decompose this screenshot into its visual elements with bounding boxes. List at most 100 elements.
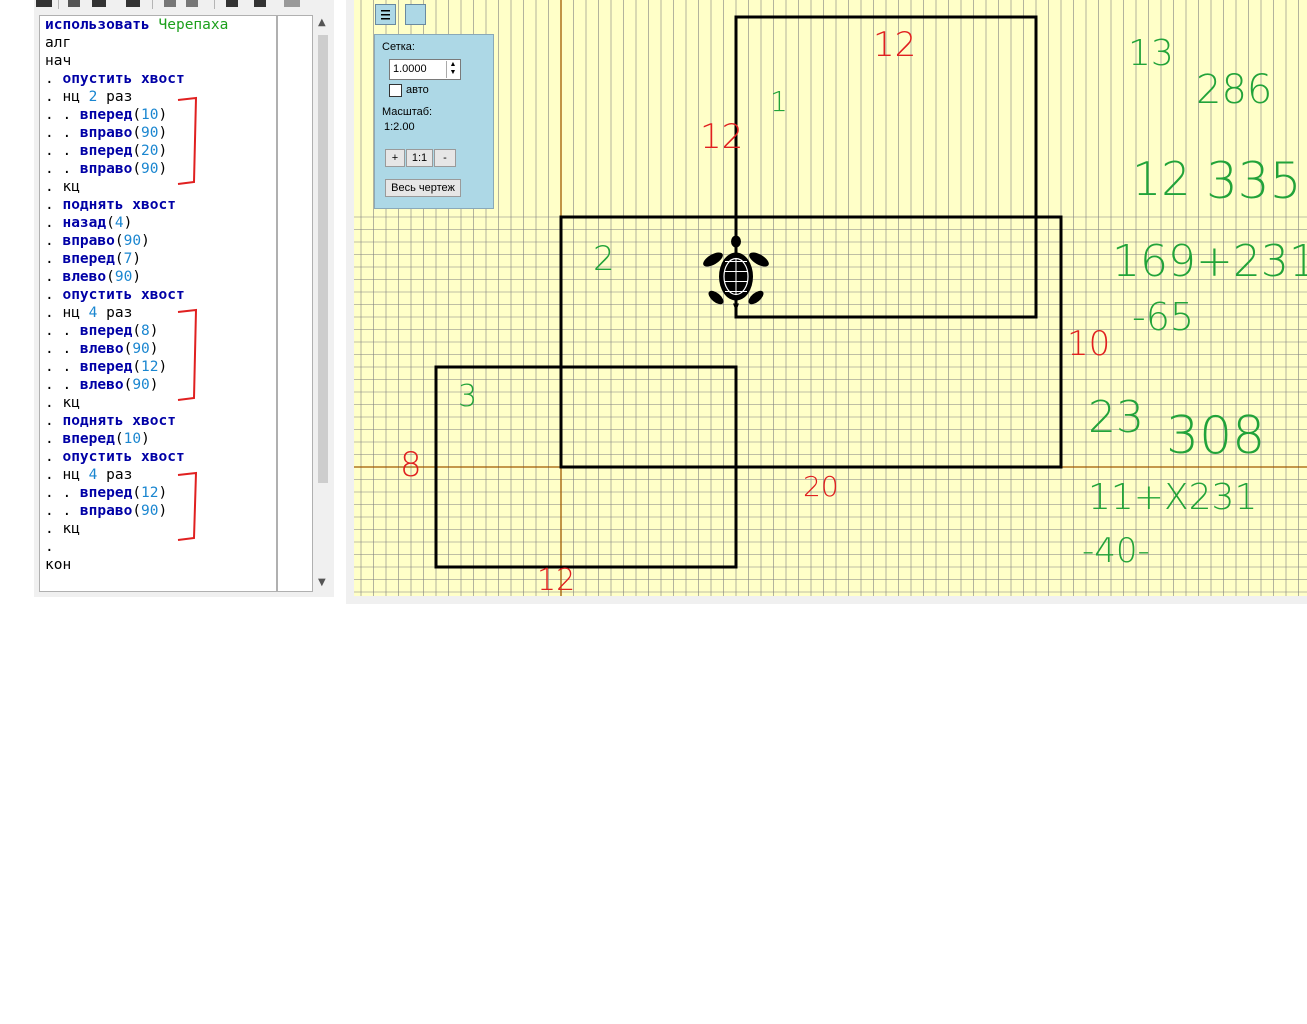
editor-scrollbar[interactable]: ▲ ▼ (315, 15, 331, 590)
red-annotation: 10 (1067, 324, 1111, 364)
green-annotation: -40- (1082, 531, 1150, 571)
code-token: 90 (141, 503, 159, 519)
code-line[interactable]: . опустить хвост (45, 448, 185, 466)
green-annotation: 3 (458, 379, 478, 414)
grid-settings-panel: Сетка: 1.0000 ▲ ▼ авто Масштаб: 1:2.00 + … (374, 34, 494, 209)
code-line[interactable]: . поднять хвост (45, 196, 176, 214)
code-line[interactable]: . поднять хвост (45, 412, 176, 430)
code-line[interactable]: . (45, 538, 62, 556)
step-icon[interactable] (254, 0, 266, 7)
code-token: вправо (79, 503, 133, 519)
auto-checkbox[interactable] (389, 84, 402, 97)
code-line[interactable]: нач (45, 52, 71, 70)
code-token: ( (123, 341, 133, 357)
code-token: ( (114, 251, 124, 267)
fit-all-button[interactable]: Весь чертеж (385, 179, 461, 197)
code-token: опустить хвост (62, 287, 185, 303)
redo-icon[interactable] (186, 0, 198, 7)
spin-arrows-icon[interactable]: ▲ ▼ (446, 61, 459, 78)
red-annotation: 12 (873, 25, 917, 65)
toolbar-separator (58, 0, 59, 9)
bracket-mark (177, 96, 198, 185)
scrollbar-thumb[interactable] (318, 35, 328, 483)
indent-marker: . (45, 71, 63, 87)
indent-marker: . (45, 287, 63, 303)
code-line[interactable]: . . влево(90) (45, 376, 159, 394)
code-line[interactable]: . нц 4 раз (45, 466, 132, 484)
grid-step-input[interactable]: 1.0000 ▲ ▼ (389, 59, 461, 80)
code-line[interactable]: . опустить хвост (45, 286, 185, 304)
code-token: ( (132, 323, 142, 339)
code-token: ) (158, 485, 168, 501)
indent-marker: . (45, 197, 63, 213)
code-token: назад (62, 215, 107, 231)
stop-icon[interactable] (36, 0, 52, 7)
zoom-in-button[interactable]: + (385, 149, 405, 167)
code-token: ) (149, 341, 159, 357)
code-token: опустить хвост (62, 71, 185, 87)
code-token: нач (45, 53, 72, 69)
paste-icon[interactable] (126, 0, 140, 7)
code-line[interactable]: алг (45, 34, 71, 52)
panel-toggle-button[interactable] (405, 4, 426, 25)
code-line[interactable]: . кц (45, 520, 80, 538)
code-token: 4 (114, 215, 124, 231)
code-line[interactable]: . . вперед(12) (45, 484, 167, 502)
code-line[interactable]: . вправо(90) (45, 232, 150, 250)
indent-marker: . (45, 251, 63, 267)
indent-marker: . . (45, 503, 80, 519)
scroll-up-icon[interactable]: ▲ (318, 17, 326, 28)
toolbar-separator (152, 0, 153, 9)
code-token: ) (158, 143, 168, 159)
code-token: вперед (62, 251, 115, 267)
code-token: алг (45, 35, 72, 51)
code-line[interactable]: . опустить хвост (45, 70, 185, 88)
code-token: кон (45, 557, 72, 573)
code-token: ( (114, 233, 124, 249)
zoom-out-button[interactable]: - (434, 149, 456, 167)
code-line[interactable]: . . вперед(12) (45, 358, 167, 376)
auto-label: авто (406, 84, 429, 96)
code-line[interactable]: . вперед(10) (45, 430, 150, 448)
code-line[interactable]: . влево(90) (45, 268, 141, 286)
stop-run-icon[interactable] (284, 0, 300, 7)
scale-value: 1:2.00 (384, 121, 415, 133)
code-line[interactable]: . . вперед(20) (45, 142, 167, 160)
code-token: ) (132, 269, 142, 285)
code-line[interactable]: кон (45, 556, 71, 574)
menu-button[interactable] (375, 4, 396, 25)
code-token: кц (62, 395, 80, 411)
cut-icon[interactable] (68, 0, 80, 7)
code-line[interactable]: . кц (45, 178, 80, 196)
bracket-mark (177, 471, 198, 541)
copy-icon[interactable] (92, 0, 106, 7)
indent-marker: . (45, 305, 63, 321)
indent-marker: . (45, 449, 63, 465)
indent-marker: . . (45, 341, 80, 357)
loop-brackets (177, 96, 198, 541)
scroll-down-icon[interactable]: ▼ (318, 577, 326, 588)
code-line[interactable]: . . вправо(90) (45, 124, 167, 142)
code-line[interactable]: . . вперед(10) (45, 106, 167, 124)
code-token: нц (62, 305, 89, 321)
code-line[interactable]: . кц (45, 394, 80, 412)
code-line[interactable]: . . вперед(8) (45, 322, 159, 340)
code-line[interactable]: . нц 2 раз (45, 88, 132, 106)
code-line[interactable]: . нц 4 раз (45, 304, 132, 322)
run-icon[interactable] (226, 0, 238, 7)
code-line[interactable]: . вперед(7) (45, 250, 141, 268)
code-line[interactable]: . назад(4) (45, 214, 132, 232)
code-token: 12 (141, 485, 159, 501)
code-token: вперед (79, 143, 133, 159)
indent-marker: . (45, 395, 63, 411)
code-editor[interactable]: использовать Черепаха алг нач. опустить хв… (39, 15, 277, 592)
statusbar-strip (34, 604, 1307, 618)
code-token: ( (132, 125, 142, 141)
code-line[interactable]: . . влево(90) (45, 340, 159, 358)
code-line[interactable]: . . вправо(90) (45, 502, 167, 520)
code-line[interactable]: использовать Черепаха (45, 16, 228, 34)
zoom-reset-button[interactable]: 1:1 (406, 149, 433, 167)
code-line[interactable]: . . вправо(90) (45, 160, 167, 178)
undo-icon[interactable] (164, 0, 176, 7)
red-annotation: 12 (700, 117, 744, 157)
